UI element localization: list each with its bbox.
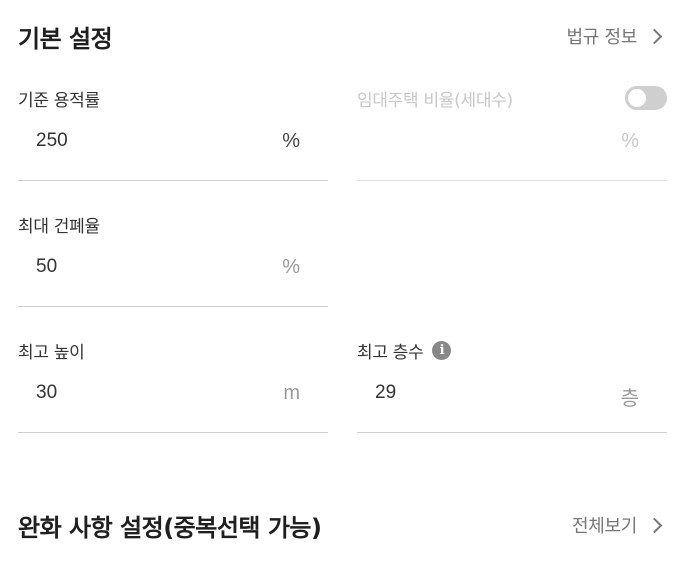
section-title: 기본 설정: [18, 24, 113, 53]
max-height-input[interactable]: 30 m: [18, 380, 328, 433]
field-label: 임대주택 비율(세대수): [357, 90, 513, 111]
field-label: 최고 층수: [357, 342, 424, 363]
info-icon[interactable]: i: [432, 340, 452, 360]
toggle-knob: [628, 89, 646, 107]
view-all-link[interactable]: 전체보기: [572, 512, 666, 538]
unit-label: 층: [620, 388, 639, 410]
max-bcr-field: 최대 건폐율 50 %: [18, 212, 328, 307]
regulation-info-label: 법규 정보: [566, 27, 638, 48]
field-label: 기준 용적률: [18, 90, 100, 111]
relaxation-settings-header: 완화 사항 설정(중복선택 가능) 전체보기: [18, 506, 666, 544]
input-value: 29: [375, 382, 397, 403]
field-label-row: 최고 층수 i: [357, 338, 667, 363]
basic-settings-header: 기본 설정 법규 정보: [18, 18, 666, 54]
rental-ratio-toggle[interactable]: [625, 86, 667, 110]
unit-label: m: [283, 382, 300, 404]
unit-label: %: [621, 130, 639, 152]
chevron-right-icon: [646, 28, 663, 44]
base-far-field: 기준 용적률 250 %: [18, 86, 328, 181]
input-value: 50: [36, 256, 58, 277]
chevron-right-icon: [646, 517, 663, 533]
input-value: 250: [36, 130, 68, 151]
max-floors-field: 최고 층수 i 29 층: [357, 338, 667, 433]
field-label: 최대 건폐율: [18, 216, 100, 237]
rental-ratio-field: 임대주택 비율(세대수) %: [357, 86, 667, 181]
input-value: [357, 128, 375, 130]
regulation-info-link[interactable]: 법규 정보: [567, 23, 666, 49]
rental-ratio-input[interactable]: %: [357, 128, 667, 181]
field-label: 최고 높이: [18, 342, 85, 363]
unit-label: %: [282, 256, 300, 278]
section-title: 완화 사항 설정(중복선택 가능): [18, 513, 322, 542]
base-far-input[interactable]: 250 %: [18, 128, 328, 181]
unit-label: %: [282, 130, 300, 152]
max-floors-input[interactable]: 29 층: [357, 380, 667, 433]
max-bcr-input[interactable]: 50 %: [18, 254, 328, 307]
view-all-label: 전체보기: [571, 516, 637, 537]
input-value: 30: [36, 382, 58, 403]
max-height-field: 최고 높이 30 m: [18, 338, 328, 433]
